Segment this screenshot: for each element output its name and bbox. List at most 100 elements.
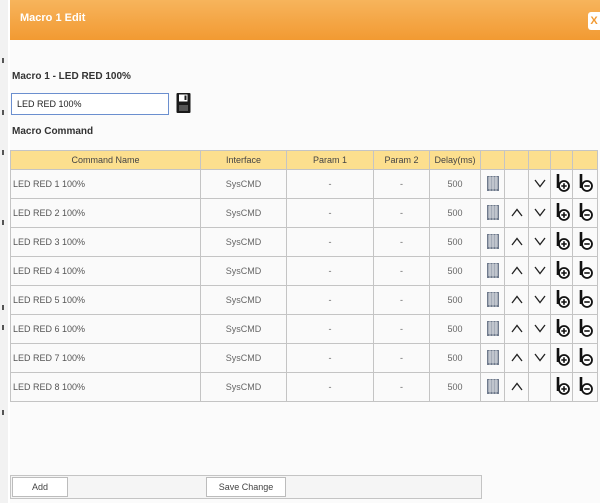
table-row: LED RED 5 100% SysCMD - -500	[10, 285, 598, 315]
command-name-cell: LED RED 2 100%	[10, 198, 201, 228]
macro-name-input[interactable]	[11, 93, 169, 115]
floppy-disk-icon[interactable]	[176, 92, 191, 114]
remove-row-icon[interactable]	[576, 174, 594, 195]
grid-edit-icon[interactable]	[486, 378, 499, 396]
param1-cell: -	[286, 285, 374, 315]
arrow-up-icon[interactable]	[510, 236, 523, 248]
remove-row-icon[interactable]	[576, 377, 594, 398]
delay-cell: 500	[429, 314, 481, 344]
param1-cell: -	[286, 372, 374, 402]
close-button[interactable]: X	[588, 12, 600, 30]
param1-cell: -	[286, 256, 374, 286]
arrow-down-icon[interactable]	[533, 208, 546, 219]
command-name-cell: LED RED 1 100%	[10, 169, 201, 199]
command-name-cell: LED RED 6 100%	[10, 314, 201, 344]
delay-cell: 500	[429, 343, 481, 373]
col-move-down	[528, 150, 551, 170]
arrow-up-icon[interactable]	[510, 265, 523, 277]
dialog-title-bar: Macro 1 Edit X	[10, 0, 600, 40]
interface-cell: SysCMD	[200, 372, 287, 402]
arrow-up-icon[interactable]	[510, 323, 523, 335]
interface-cell: SysCMD	[200, 256, 287, 286]
grid-edit-icon[interactable]	[486, 320, 499, 338]
arrow-up-icon[interactable]	[510, 207, 523, 219]
macro-heading: Macro 1 - LED RED 100%	[12, 71, 131, 82]
interface-cell: SysCMD	[200, 343, 287, 373]
command-name-cell: LED RED 4 100%	[10, 256, 201, 286]
arrow-down-icon[interactable]	[533, 295, 546, 306]
delay-cell: 500	[429, 227, 481, 257]
param2-cell: -	[373, 314, 430, 344]
delay-cell: 500	[429, 169, 481, 199]
table-row: LED RED 8 100% SysCMD - -500	[10, 372, 598, 402]
interface-cell: SysCMD	[200, 227, 287, 257]
insert-row-icon[interactable]	[553, 232, 571, 253]
arrow-down-icon[interactable]	[533, 237, 546, 248]
param2-cell: -	[373, 227, 430, 257]
grid-edit-icon[interactable]	[486, 175, 499, 193]
command-name-cell: LED RED 8 100%	[10, 372, 201, 402]
arrow-down-icon[interactable]	[533, 266, 546, 277]
param1-cell: -	[286, 314, 374, 344]
table-row: LED RED 6 100% SysCMD - -500	[10, 314, 598, 344]
arrow-down-icon[interactable]	[533, 353, 546, 364]
table-header-row: Command Name Interface Param 1 Param 2 D…	[10, 150, 598, 170]
remove-row-icon[interactable]	[576, 203, 594, 224]
col-param-2: Param 2	[373, 150, 430, 170]
table-row: LED RED 1 100% SysCMD - -500	[10, 169, 598, 199]
macro-command-table: Command Name Interface Param 1 Param 2 D…	[10, 150, 598, 402]
grid-edit-icon[interactable]	[486, 233, 499, 251]
col-insert	[550, 150, 573, 170]
arrow-up-icon[interactable]	[510, 294, 523, 306]
add-button[interactable]: Add	[12, 477, 68, 497]
insert-row-icon[interactable]	[553, 261, 571, 282]
table-row: LED RED 3 100% SysCMD - -500	[10, 227, 598, 257]
col-move-up	[504, 150, 529, 170]
delay-cell: 500	[429, 372, 481, 402]
remove-row-icon[interactable]	[576, 290, 594, 311]
param2-cell: -	[373, 343, 430, 373]
macro-command-label: Macro Command	[12, 126, 94, 137]
background-window-edge	[0, 0, 8, 503]
param2-cell: -	[373, 372, 430, 402]
arrow-down-icon[interactable]	[533, 179, 546, 190]
col-command-name: Command Name	[10, 150, 201, 170]
delay-cell: 500	[429, 285, 481, 315]
interface-cell: SysCMD	[200, 314, 287, 344]
interface-cell: SysCMD	[200, 198, 287, 228]
grid-edit-icon[interactable]	[486, 204, 499, 222]
insert-row-icon[interactable]	[553, 348, 571, 369]
grid-edit-icon[interactable]	[486, 291, 499, 309]
insert-row-icon[interactable]	[553, 290, 571, 311]
grid-edit-icon[interactable]	[486, 262, 499, 280]
insert-row-icon[interactable]	[553, 203, 571, 224]
table-row: LED RED 4 100% SysCMD - -500	[10, 256, 598, 286]
arrow-down-icon[interactable]	[533, 324, 546, 335]
table-row: LED RED 2 100% SysCMD - -500	[10, 198, 598, 228]
delay-cell: 500	[429, 198, 481, 228]
col-param-1: Param 1	[286, 150, 374, 170]
command-name-cell: LED RED 3 100%	[10, 227, 201, 257]
remove-row-icon[interactable]	[576, 348, 594, 369]
remove-row-icon[interactable]	[576, 319, 594, 340]
col-remove	[572, 150, 598, 170]
param2-cell: -	[373, 285, 430, 315]
command-name-cell: LED RED 5 100%	[10, 285, 201, 315]
param1-cell: -	[286, 343, 374, 373]
insert-row-icon[interactable]	[553, 319, 571, 340]
table-row: LED RED 7 100% SysCMD - -500	[10, 343, 598, 373]
remove-row-icon[interactable]	[576, 261, 594, 282]
grid-edit-icon[interactable]	[486, 349, 499, 367]
insert-row-icon[interactable]	[553, 174, 571, 195]
param1-cell: -	[286, 198, 374, 228]
save-change-button[interactable]: Save Change	[206, 477, 286, 497]
col-edit	[480, 150, 505, 170]
param2-cell: -	[373, 169, 430, 199]
param2-cell: -	[373, 256, 430, 286]
insert-row-icon[interactable]	[553, 377, 571, 398]
dialog-title: Macro 1 Edit	[20, 12, 86, 24]
delay-cell: 500	[429, 256, 481, 286]
arrow-up-icon[interactable]	[510, 352, 523, 364]
arrow-up-icon[interactable]	[510, 381, 523, 393]
remove-row-icon[interactable]	[576, 232, 594, 253]
